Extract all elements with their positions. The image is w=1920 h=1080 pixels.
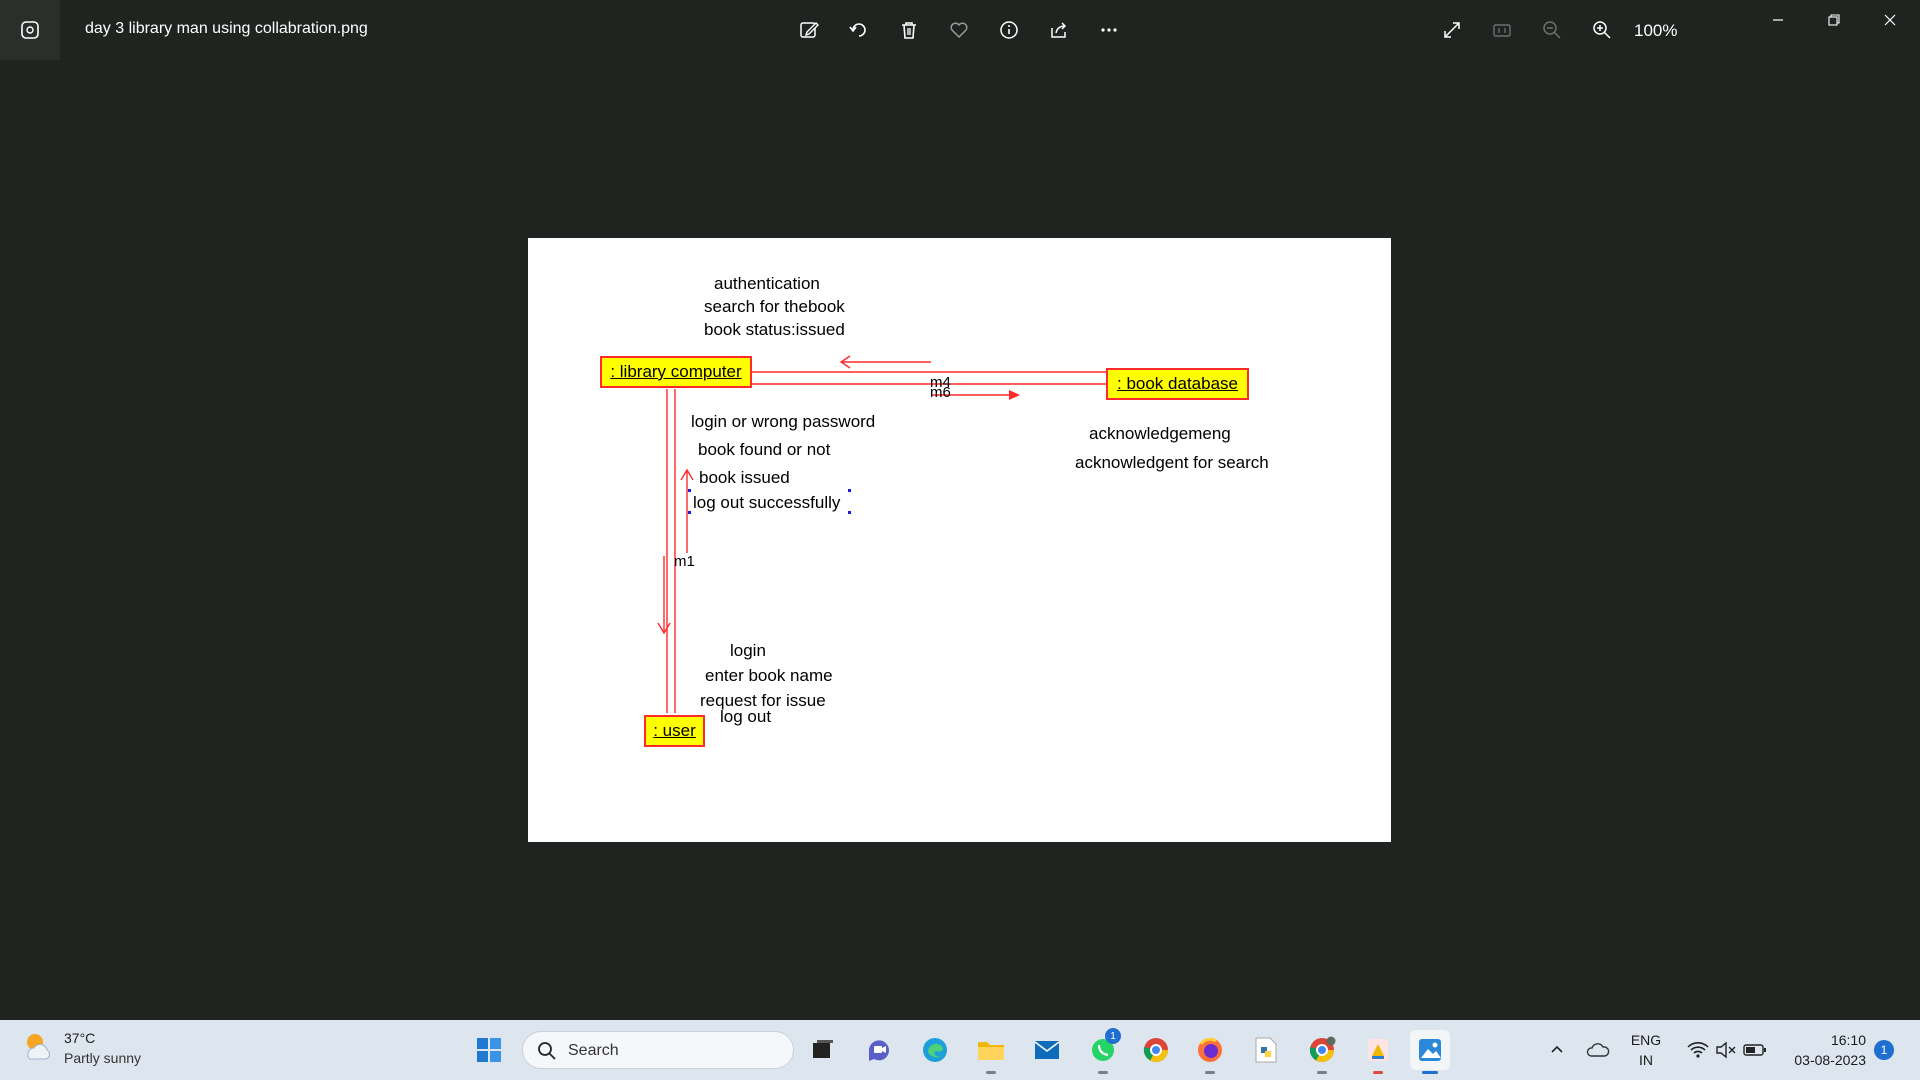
quick-settings[interactable] <box>1672 1030 1782 1070</box>
chevron-up-icon <box>1551 1045 1563 1053</box>
whatsapp-badge: 1 <box>1105 1028 1121 1044</box>
info-icon[interactable] <box>993 14 1025 46</box>
message-text[interactable]: log out successfully <box>693 493 840 513</box>
favorite-icon[interactable] <box>943 14 975 46</box>
wifi-icon <box>1687 1042 1709 1058</box>
taskbar-edge[interactable] <box>915 1030 955 1070</box>
title-bar: day 3 library man using collabration.png… <box>0 0 1920 60</box>
active-indicator <box>1422 1071 1438 1074</box>
photos-icon <box>21 21 39 39</box>
object-book-database: : book database <box>1106 368 1249 400</box>
message-text: enter book name <box>705 666 833 685</box>
start-button[interactable] <box>469 1030 509 1070</box>
chrome-icon <box>1143 1038 1168 1063</box>
taskbar-teams[interactable] <box>859 1030 899 1070</box>
taskbar-task-view[interactable] <box>803 1030 843 1070</box>
taskbar-mail[interactable] <box>1027 1030 1067 1070</box>
taskbar: 37°C Partly sunny Search 1 ENG IN 16:10 … <box>0 1020 1920 1080</box>
fullscreen-icon[interactable] <box>1436 14 1468 46</box>
selection-handle[interactable] <box>848 511 851 514</box>
link-label-m1: m1 <box>674 553 695 570</box>
partly-sunny-icon <box>27 1034 50 1060</box>
clock-time[interactable]: 16:10 <box>1776 1032 1866 1048</box>
minimize-icon <box>1773 19 1783 21</box>
message-text: book found or not <box>698 440 831 459</box>
message-text: book status:issued <box>704 320 845 339</box>
weather-description: Partly sunny <box>64 1050 142 1066</box>
firefox-icon <box>1198 1037 1222 1062</box>
close-button[interactable] <box>1862 0 1918 40</box>
folder-icon <box>978 1042 1004 1060</box>
edit-icon[interactable] <box>793 14 825 46</box>
zoom-in-icon[interactable] <box>1586 14 1618 46</box>
edge-icon <box>923 1038 947 1062</box>
arrowhead <box>1009 390 1020 400</box>
file-title: day 3 library man using collabration.png <box>85 20 368 37</box>
taskbar-whatsapp[interactable]: 1 <box>1083 1028 1123 1074</box>
search-label: Search <box>568 1042 619 1059</box>
mail-icon <box>1034 1041 1060 1059</box>
message-text: acknowledgent for search <box>1075 453 1269 472</box>
message-text: login or wrong password <box>691 412 876 431</box>
weather-widget[interactable] <box>20 1028 54 1062</box>
cloud-icon <box>1586 1043 1610 1057</box>
message-text: acknowledgemeng <box>1089 424 1231 443</box>
taskbar-chrome-profile[interactable] <box>1302 1030 1342 1074</box>
more-icon[interactable] <box>1093 14 1125 46</box>
speaker-muted-icon <box>1716 1041 1736 1059</box>
diagram-connectors <box>629 355 1106 713</box>
share-icon[interactable] <box>1043 14 1075 46</box>
message-text: authentication <box>714 274 820 293</box>
running-indicator <box>986 1071 996 1074</box>
taskbar-firefox[interactable] <box>1190 1030 1230 1074</box>
battery-icon <box>1743 1044 1766 1056</box>
taskbar-chrome[interactable] <box>1136 1030 1176 1070</box>
language-region[interactable]: IN <box>1630 1052 1662 1068</box>
message-text: log out <box>720 707 772 726</box>
taskbar-search[interactable]: Search <box>522 1031 794 1069</box>
selection-handle[interactable] <box>848 489 851 492</box>
delete-icon[interactable] <box>893 14 925 46</box>
taskbar-uploader[interactable] <box>1358 1030 1398 1074</box>
selection-handle[interactable] <box>688 511 691 514</box>
language-code[interactable]: ENG <box>1630 1032 1662 1048</box>
clock-date[interactable]: 03-08-2023 <box>1776 1052 1866 1068</box>
actual-size-icon[interactable] <box>1486 14 1518 46</box>
windows-icon <box>477 1038 501 1062</box>
taskbar-python[interactable] <box>1246 1030 1286 1070</box>
restore-button[interactable] <box>1806 0 1862 40</box>
taskbar-file-explorer[interactable] <box>971 1030 1011 1074</box>
selection-handle[interactable] <box>688 489 691 492</box>
teams-chat-icon <box>869 1040 889 1061</box>
object-library-computer: : library computer <box>600 356 752 388</box>
object-user: : user <box>644 715 705 747</box>
zoom-level[interactable]: 100% <box>1634 21 1677 41</box>
photos-app-icon <box>1419 1039 1441 1061</box>
task-view-icon <box>813 1040 833 1058</box>
minimize-button[interactable] <box>1750 0 1806 40</box>
message-text: login <box>730 641 766 660</box>
onedrive-tray[interactable] <box>1578 1030 1618 1070</box>
notification-badge[interactable]: 1 <box>1874 1040 1894 1060</box>
zoom-out-icon[interactable] <box>1536 14 1568 46</box>
close-icon <box>1884 14 1896 26</box>
running-indicator <box>1317 1071 1327 1074</box>
link-label-m6: m6 <box>930 384 951 401</box>
weather-temperature: 37°C <box>64 1030 96 1046</box>
uploader-icon <box>1368 1039 1388 1061</box>
message-text: book issued <box>699 468 790 487</box>
image-canvas: authentication search for thebook book s… <box>528 238 1391 842</box>
rotate-icon[interactable] <box>843 14 875 46</box>
message-text: search for thebook <box>704 297 845 316</box>
running-indicator <box>1373 1071 1383 1074</box>
chrome-profile-icon <box>1309 1036 1336 1063</box>
photos-app-icon[interactable] <box>0 0 60 60</box>
running-indicator <box>1205 1071 1215 1074</box>
running-indicator <box>1098 1071 1108 1074</box>
restore-icon <box>1828 14 1840 26</box>
python-file-icon <box>1255 1037 1277 1063</box>
show-hidden-icons[interactable] <box>1537 1030 1577 1070</box>
search-icon <box>538 1042 556 1060</box>
taskbar-photos[interactable] <box>1410 1030 1450 1074</box>
